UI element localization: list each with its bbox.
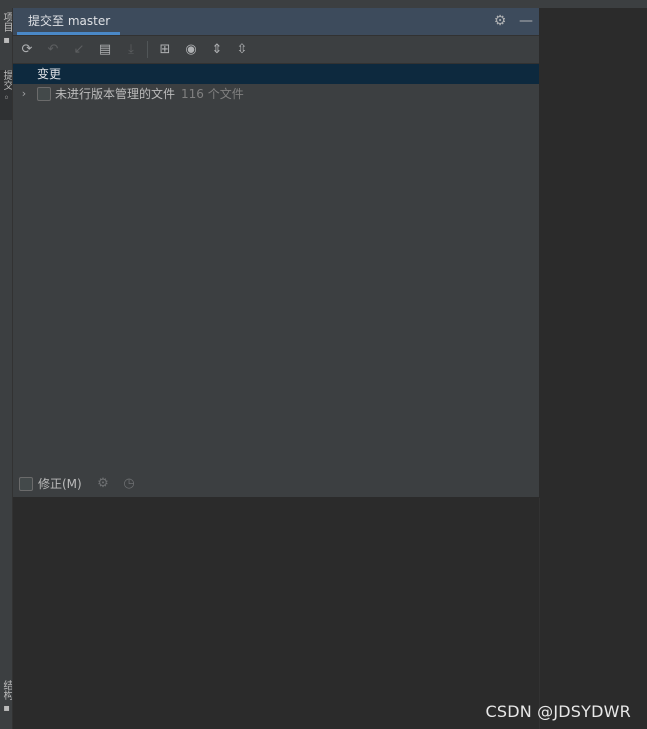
commit-message-area[interactable] — [13, 498, 540, 729]
side-tab-structure-label: 结构 — [1, 680, 12, 700]
left-tool-strip: 项目 ▪ 提交 ◦ 结构 ▪ — [0, 8, 13, 729]
rollback-icon[interactable]: ↶ — [43, 40, 63, 60]
group-by-icon[interactable]: ⊞ — [155, 40, 175, 60]
folder-icon: ▪ — [1, 35, 12, 47]
unversioned-checkbox[interactable] — [37, 87, 51, 101]
show-diff-icon[interactable]: ▤ — [95, 40, 115, 60]
side-tab-commit[interactable]: 提交 ◦ — [0, 70, 12, 120]
commit-tab[interactable]: 提交至 master — [15, 8, 121, 35]
refresh-icon[interactable]: ⟳ — [17, 40, 37, 60]
collapse-all-icon[interactable]: ⇳ — [232, 40, 252, 60]
toolbar-separator — [147, 41, 148, 58]
side-tab-structure[interactable]: 结构 ▪ — [0, 680, 12, 724]
watermark: CSDN @JDSYDWR — [485, 702, 631, 721]
changes-header-row[interactable]: 变更 — [13, 64, 539, 84]
shelve-icon[interactable]: ⤓ — [121, 40, 141, 60]
chevron-right-icon[interactable]: › — [18, 87, 30, 101]
side-tab-project[interactable]: 项目 ▪ — [0, 12, 12, 56]
right-pane — [540, 8, 647, 729]
amend-label[interactable]: 修正(M) — [38, 472, 82, 497]
changes-tree: 变更 › 未进行版本管理的文件 116 个文件 — [13, 64, 539, 472]
commit-options-gear-icon[interactable]: ⚙ — [95, 476, 111, 492]
commit-icon: ◦ — [1, 93, 12, 105]
structure-icon: ▪ — [1, 703, 12, 715]
minimize-icon[interactable]: — — [517, 12, 535, 30]
unversioned-label: 未进行版本管理的文件 — [55, 87, 176, 101]
amend-checkbox[interactable] — [19, 477, 33, 491]
expand-all-icon[interactable]: ⇕ — [207, 40, 227, 60]
commit-panel: 提交至 master ⚙ — ⟳ ↶ ↙ ▤ ⤓ ⊞ ◉ ⇕ ⇳ 变更 › 未进… — [13, 8, 540, 497]
view-options-icon[interactable]: ◉ — [181, 40, 201, 60]
changes-toolbar: ⟳ ↶ ↙ ▤ ⤓ ⊞ ◉ ⇕ ⇳ — [13, 36, 539, 64]
commit-options-bar: 修正(M) ⚙ ◷ — [13, 472, 539, 497]
side-tab-project-label: 项目 — [1, 12, 12, 32]
side-tab-commit-label: 提交 — [1, 70, 12, 90]
history-icon[interactable]: ◷ — [121, 476, 137, 492]
update-icon[interactable]: ↙ — [69, 40, 89, 60]
panel-title-bar: 提交至 master ⚙ — — [13, 8, 539, 36]
tree-row-unversioned[interactable]: › 未进行版本管理的文件 116 个文件 — [13, 84, 539, 104]
unversioned-count: 116 个文件 — [181, 87, 244, 101]
changes-header-label: 变更 — [37, 67, 62, 81]
gear-icon[interactable]: ⚙ — [491, 12, 509, 30]
